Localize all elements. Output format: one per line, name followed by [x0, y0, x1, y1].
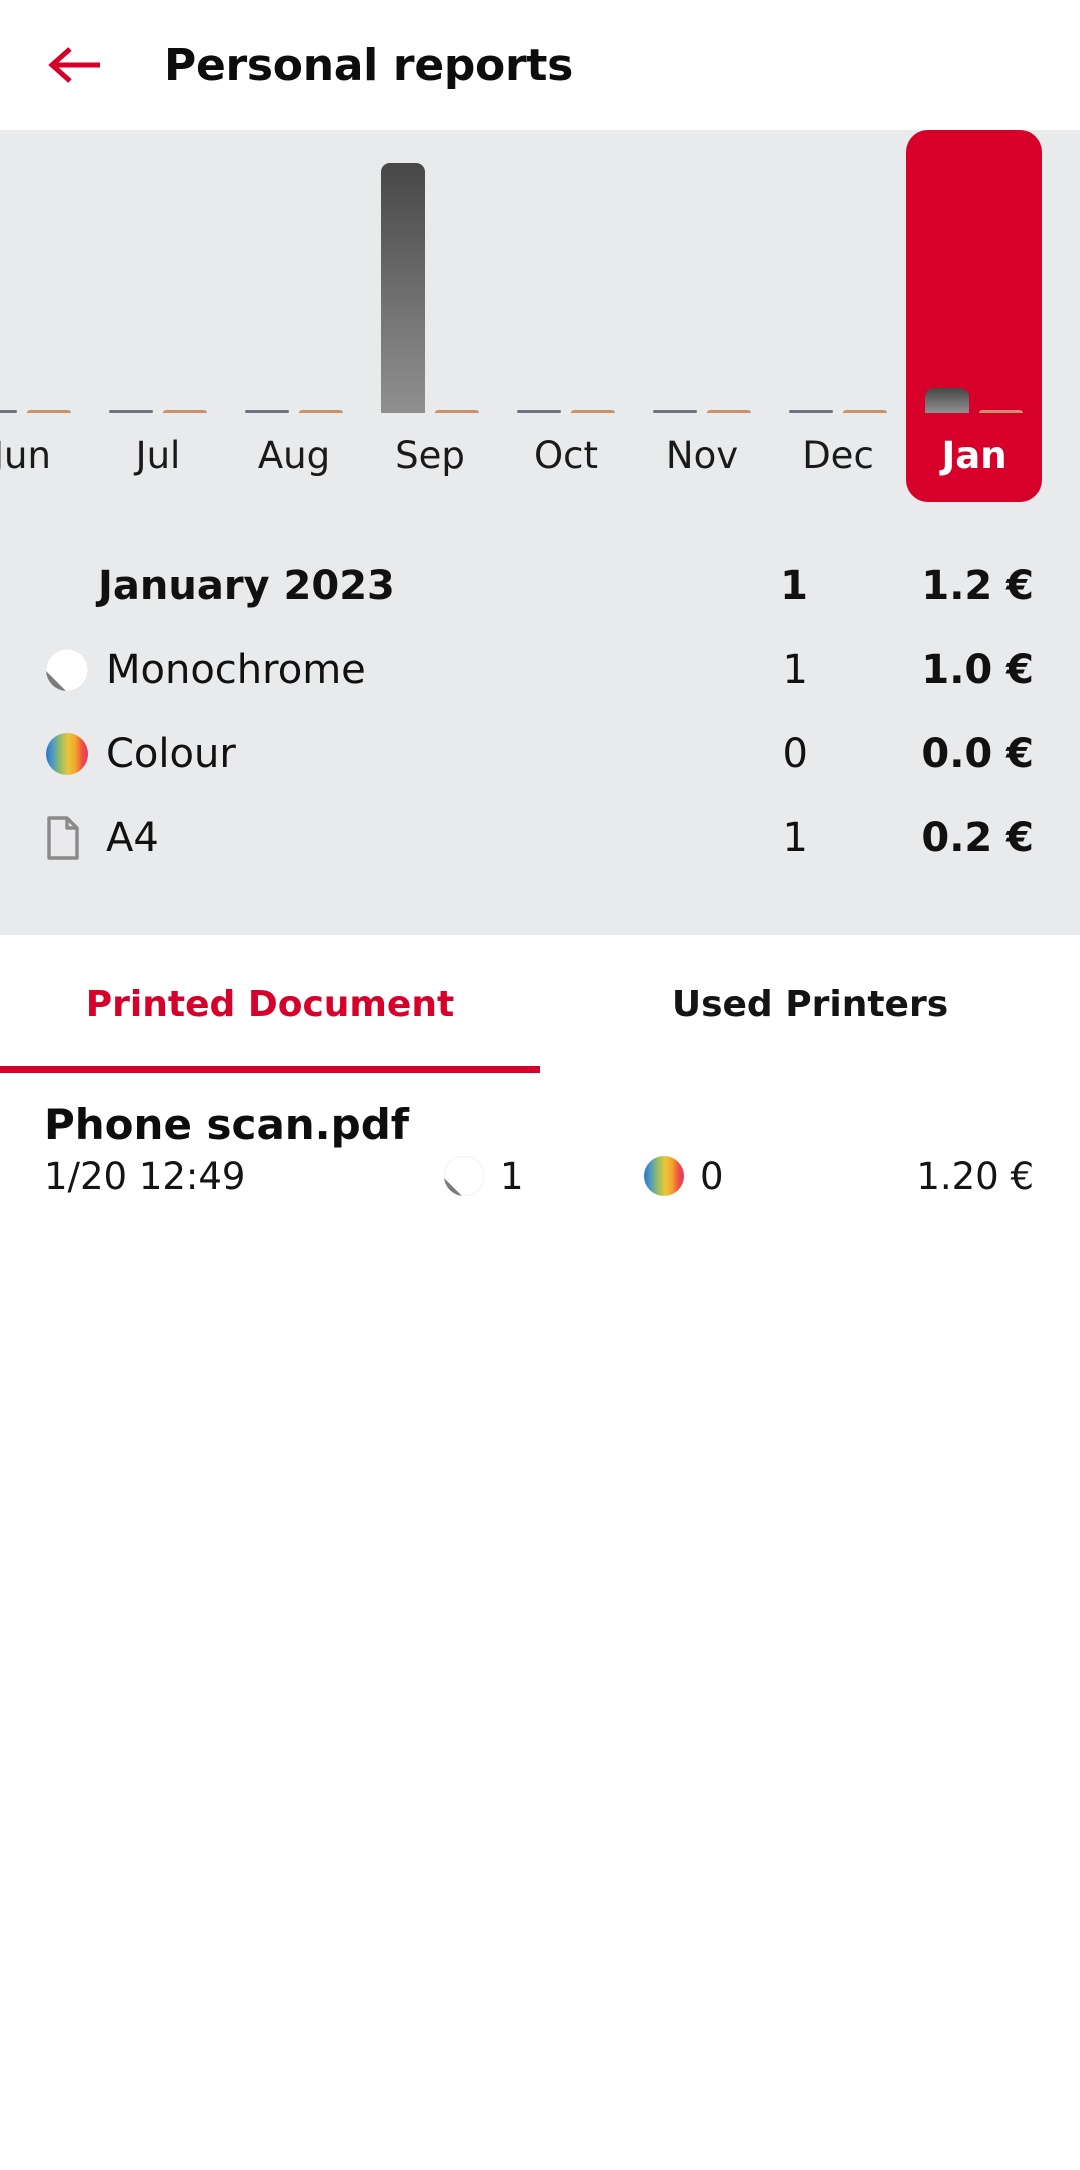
- colour-icon: [644, 1156, 684, 1197]
- monochrome-icon: [444, 1156, 484, 1197]
- document-price: 1.20 €: [916, 1154, 1034, 1198]
- usage-chart-panel: Jun Jul Aug Sep Oct Nov Dec Jan January 2023 1 1.…: [0, 130, 1080, 935]
- tab-bar[interactable]: Printed Document Used Printers: [0, 935, 1080, 1073]
- bar-monochrome: [925, 388, 969, 413]
- summary-row-count: 1: [780, 563, 808, 609]
- summary-row: Colour 0 0.0 €: [46, 712, 1034, 796]
- summary-row-price: 0.2 €: [921, 815, 1034, 861]
- document-meta: 1/20 12:49 1 0 1.20 €: [44, 1155, 1036, 1198]
- colour-count-value: 0: [700, 1154, 724, 1198]
- summary-row: A4 1 0.2 €: [46, 796, 1034, 880]
- monochrome-count-value: 1: [500, 1154, 524, 1198]
- tab-label: Used Printers: [671, 983, 949, 1025]
- bar-group: [226, 163, 362, 413]
- colour-icon: [46, 733, 88, 775]
- chart-month-jun[interactable]: Jun: [0, 130, 90, 502]
- summary-row-icon: [46, 816, 98, 860]
- summary-row: Monochrome 1 1.0 €: [46, 628, 1034, 712]
- chart-month-dec[interactable]: Dec: [770, 130, 906, 502]
- summary-row-price: 0.0 €: [921, 731, 1034, 777]
- page-icon: [46, 816, 80, 860]
- document-name: Phone scan.pdf: [44, 1100, 410, 1149]
- summary-row-count: 1: [782, 647, 808, 693]
- chart-month-label: Oct: [534, 434, 598, 477]
- chart-month-jul[interactable]: Jul: [90, 130, 226, 502]
- chart-month-label: Aug: [257, 434, 331, 477]
- bar-group: [770, 163, 906, 413]
- tab-active-underline: [0, 1066, 540, 1073]
- chart-month-label: Jan: [941, 434, 1007, 477]
- document-timestamp: 1/20 12:49: [44, 1154, 246, 1198]
- summary-row-count: 0: [782, 731, 808, 777]
- bar-group: [90, 163, 226, 413]
- document-monochrome-count: 1: [444, 1155, 644, 1198]
- document-colour-count: 0: [644, 1155, 844, 1198]
- bar-group: [498, 163, 634, 413]
- bar-group: [362, 163, 498, 413]
- tab-label: Printed Document: [85, 983, 455, 1025]
- chart-month-nov[interactable]: Nov: [634, 130, 770, 502]
- page-title: Personal reports: [164, 39, 574, 91]
- tab-used-printers[interactable]: Used Printers: [540, 935, 1080, 1073]
- chart-month-aug[interactable]: Aug: [226, 130, 362, 502]
- back-button[interactable]: [40, 29, 112, 101]
- summary-row-label: Colour: [106, 731, 236, 777]
- bar-monochrome: [381, 163, 425, 413]
- chart-month-label: Jun: [0, 434, 51, 477]
- summary-row-icon: [46, 649, 98, 691]
- bar-group: [0, 163, 90, 413]
- summary-row-price: 1.2 €: [921, 563, 1034, 609]
- chart-month-track[interactable]: Jun Jul Aug Sep Oct Nov Dec Jan: [0, 130, 1080, 502]
- summary-row-price: 1.0 €: [921, 647, 1034, 693]
- summary-row-label: Monochrome: [106, 647, 366, 693]
- bar-group: [634, 163, 770, 413]
- arrow-left-icon: [48, 43, 104, 87]
- bar-group: [906, 163, 1042, 413]
- chart-month-oct[interactable]: Oct: [498, 130, 634, 502]
- chart-month-label: Dec: [802, 434, 874, 477]
- month-summary-list: January 2023 1 1.2 € Monochrome 1 1.0 € Colour…: [0, 502, 1080, 880]
- chart-month-jan[interactable]: Jan: [906, 130, 1042, 502]
- chart-month-label: Nov: [665, 434, 739, 477]
- chart-month-label: Jul: [135, 434, 181, 477]
- printed-document-list: Phone scan.pdf 1/20 12:49 1 0 1.20 €: [0, 1073, 1080, 1198]
- monochrome-icon: [46, 649, 88, 691]
- chart-month-label: Sep: [395, 434, 465, 477]
- document-list-item[interactable]: Phone scan.pdf 1/20 12:49 1 0 1.20 €: [44, 1101, 1036, 1198]
- summary-row-count: 1: [782, 815, 808, 861]
- summary-row-label: January 2023: [98, 563, 395, 609]
- summary-row-icon: [46, 733, 98, 775]
- app-bar: Personal reports: [0, 0, 1080, 130]
- summary-total-row: January 2023 1 1.2 €: [46, 544, 1034, 628]
- summary-row-label: A4: [106, 815, 159, 861]
- chart-month-sep[interactable]: Sep: [362, 130, 498, 502]
- tab-printed-document[interactable]: Printed Document: [0, 935, 540, 1073]
